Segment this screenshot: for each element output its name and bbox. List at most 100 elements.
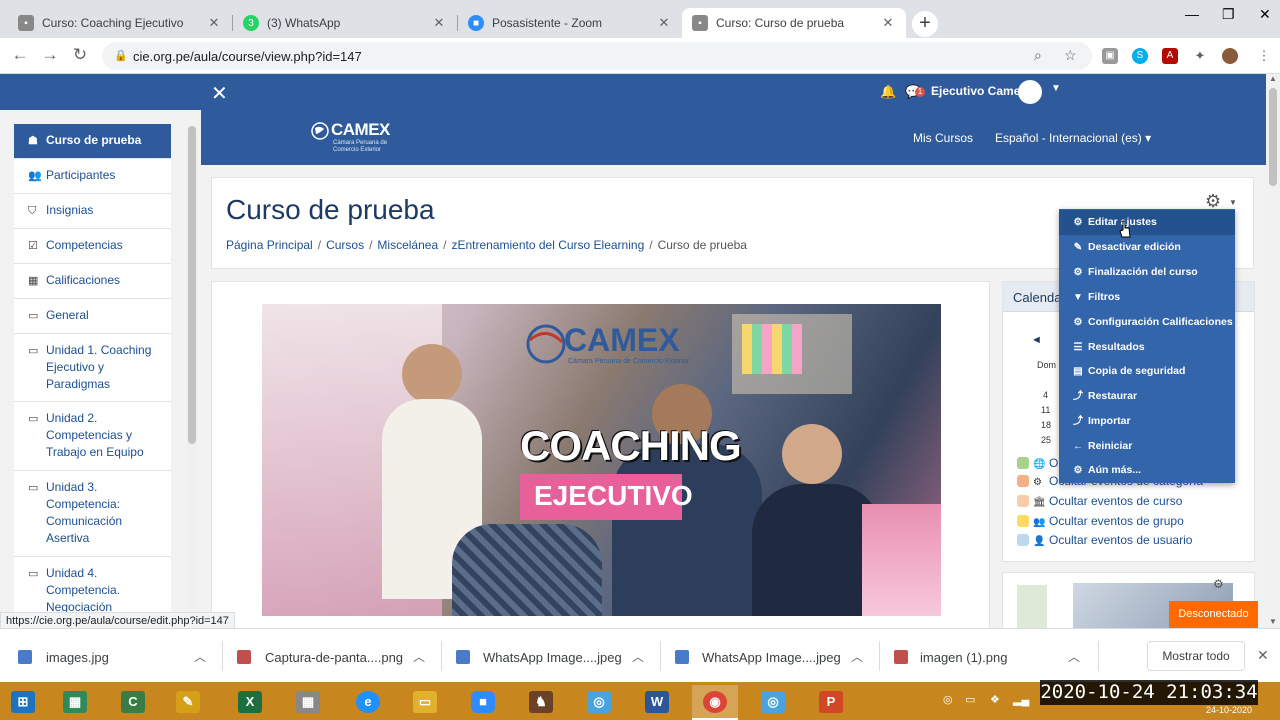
sidebar-item-competencias[interactable]: ☑ Competencias xyxy=(14,229,171,264)
scroll-down-icon[interactable]: ▼ xyxy=(1269,617,1277,626)
download-item[interactable]: WhatsApp Image....jpeg ︿ xyxy=(675,629,875,683)
close-icon[interactable]: ✕ xyxy=(880,15,896,31)
page-scrollbar[interactable]: ▲ ▼ xyxy=(1266,74,1280,628)
breadcrumb-item[interactable]: Cursos xyxy=(326,238,364,252)
camex-logo[interactable]: CAMEX Cámara Peruana de Comercio Exterio… xyxy=(311,120,411,156)
sidebar-item-unidad-2[interactable]: ▭ Unidad 2. Competencias y Trabajo en Eq… xyxy=(14,402,171,471)
chevron-up-icon[interactable]: ︿ xyxy=(851,648,863,665)
menu-dots-icon[interactable]: ⋮ xyxy=(1256,48,1272,64)
close-icon[interactable]: ✕ xyxy=(431,15,447,31)
sidebar-item-insignias[interactable]: ⛉ Insignias xyxy=(14,194,171,229)
chrome-icon[interactable]: ◉ xyxy=(692,685,738,720)
lock-icon[interactable]: 🔒 xyxy=(114,49,128,62)
window-close-icon[interactable]: ✕ xyxy=(1259,6,1271,23)
skype-icon[interactable]: S xyxy=(1132,48,1148,64)
sidebar-item-unidad-3[interactable]: ▭ Unidad 3. Competencia: Comunicación As… xyxy=(14,471,171,557)
chevron-up-icon[interactable]: ︿ xyxy=(1068,648,1080,665)
sidebar-item-course[interactable]: ☗ Curso de prueba xyxy=(14,124,171,159)
menu-item-finalizacion[interactable]: ⚙ Finalización del curso xyxy=(1059,260,1235,285)
bookmark-star-icon[interactable]: ☆ xyxy=(1064,47,1077,64)
game-icon[interactable]: ♞ xyxy=(518,685,564,720)
download-item[interactable]: images.jpg ︿ xyxy=(18,629,218,683)
calendar-date[interactable]: 18 xyxy=(1041,420,1051,430)
menu-item-copia-seguridad[interactable]: ▤ Copia de seguridad xyxy=(1059,359,1235,384)
box2-icon[interactable]: ◎ xyxy=(750,685,796,720)
tab-whatsapp[interactable]: 3 (3) WhatsApp ✕ xyxy=(233,8,457,38)
tab-coaching[interactable]: ▪ Curso: Coaching Ejecutivo ✕ xyxy=(8,8,232,38)
calendar-event-user[interactable]: 👤 Ocultar eventos de usuario xyxy=(1017,533,1192,547)
gear-icon[interactable]: ⚙ xyxy=(1213,577,1224,591)
minimize-icon[interactable]: — xyxy=(1185,6,1199,22)
user-name[interactable]: Ejecutivo Camex xyxy=(931,84,1027,98)
powerpoint-icon[interactable]: P xyxy=(808,685,854,720)
dropbox-icon[interactable]: ❖ xyxy=(990,693,1000,706)
calendar-event-course[interactable]: 🏛 Ocultar eventos de curso xyxy=(1017,494,1182,508)
sidebar-item-unidad-1[interactable]: ▭ Unidad 1. Coaching Ejecutivo y Paradig… xyxy=(14,334,171,402)
calculator2-icon[interactable]: ▦ xyxy=(285,685,331,720)
breadcrumb-item[interactable]: zEntrenamiento del Curso Elearning xyxy=(451,238,644,252)
pdf-icon[interactable]: A xyxy=(1162,48,1178,64)
calendar-date[interactable]: 11 xyxy=(1041,405,1050,415)
menu-item-aun-mas[interactable]: ⚙ Aún más... xyxy=(1059,458,1235,483)
show-all-button[interactable]: Mostrar todo xyxy=(1147,641,1245,671)
breadcrumb-item[interactable]: Página Principal xyxy=(226,238,313,252)
calendar-date[interactable]: 25 xyxy=(1041,435,1051,445)
profile-avatar[interactable] xyxy=(1222,48,1238,64)
camtasia-icon[interactable]: C xyxy=(110,685,156,720)
tray-icon[interactable]: ◎ xyxy=(943,693,953,706)
new-tab-button[interactable]: + xyxy=(912,11,938,37)
mis-cursos-link[interactable]: Mis Cursos xyxy=(913,131,973,145)
back-icon[interactable]: ← xyxy=(9,45,31,65)
avatar[interactable] xyxy=(1018,80,1042,104)
word-icon[interactable]: W xyxy=(634,685,680,720)
menu-item-restaurar[interactable]: ⤴ Restaurar xyxy=(1059,384,1235,409)
disconnected-badge[interactable]: Desconectado xyxy=(1169,601,1258,628)
menu-item-desactivar-edicion[interactable]: ✎ Desactivar edición xyxy=(1059,235,1235,260)
zoom-icon[interactable]: ■ xyxy=(460,685,506,720)
menu-item-reiniciar[interactable]: ← Reiniciar xyxy=(1059,434,1235,459)
box-icon[interactable]: ◎ xyxy=(576,685,622,720)
chevron-up-icon[interactable]: ︿ xyxy=(632,648,644,665)
zoom-search-icon[interactable]: ⌕ xyxy=(1034,47,1042,64)
calendar-event-group[interactable]: 👥 Ocultar eventos de grupo xyxy=(1017,514,1184,528)
calendar-date[interactable]: 4 xyxy=(1043,390,1048,400)
close-drawer-icon[interactable]: ✕ xyxy=(211,81,228,106)
scrollbar-thumb[interactable] xyxy=(1269,88,1277,186)
maximize-icon[interactable]: ❐ xyxy=(1222,6,1235,23)
download-item[interactable]: imagen (1).png ︿ xyxy=(894,629,1094,683)
menu-item-config-calificaciones[interactable]: ⚙ Configuración Calificaciones xyxy=(1059,310,1235,335)
chevron-up-icon[interactable]: ︿ xyxy=(413,648,425,665)
close-icon[interactable]: ✕ xyxy=(1257,647,1269,664)
menu-item-filtros[interactable]: ▼ Filtros xyxy=(1059,285,1235,310)
download-item[interactable]: WhatsApp Image....jpeg ︿ xyxy=(456,629,656,683)
menu-item-resultados[interactable]: ☰ Resultados xyxy=(1059,335,1235,360)
windows-start-icon[interactable]: ⊞ xyxy=(0,685,46,720)
address-bar[interactable]: 🔒 cie.org.pe/aula/course/view.php?id=147… xyxy=(102,42,1092,70)
menu-item-importar[interactable]: ⤴ Importar xyxy=(1059,409,1235,434)
prev-month-icon[interactable]: ◄ xyxy=(1031,334,1042,346)
tab-curso-prueba[interactable]: ▪ Curso: Curso de prueba ✕ xyxy=(682,8,906,38)
excel-icon[interactable]: X xyxy=(227,685,273,720)
wifi-icon[interactable]: ▂▄ xyxy=(1013,693,1029,706)
sidebar-item-general[interactable]: ▭ General xyxy=(14,299,171,334)
close-icon[interactable]: ✕ xyxy=(656,15,672,31)
paint-icon[interactable]: ✎ xyxy=(165,685,211,720)
extension-icon[interactable]: ▣ xyxy=(1102,48,1118,64)
language-menu[interactable]: Español - Internacional (es) ▾ xyxy=(995,131,1151,145)
chevron-up-icon[interactable]: ︿ xyxy=(194,648,206,665)
close-icon[interactable]: ✕ xyxy=(206,15,222,31)
bell-icon[interactable]: 🔔 xyxy=(880,84,896,100)
reload-icon[interactable]: ↻ xyxy=(69,45,91,65)
tray-icon[interactable]: ▭ xyxy=(965,693,975,706)
menu-item-editar-ajustes[interactable]: ⚙ Editar ajustes xyxy=(1059,210,1235,235)
chevron-down-icon[interactable]: ▼ xyxy=(1229,198,1237,207)
calendar-event-global[interactable]: 🌐 O xyxy=(1017,456,1058,470)
download-item[interactable]: Captura-de-panta....png ︿ xyxy=(237,629,437,683)
sidebar-scrollbar[interactable] xyxy=(186,124,198,628)
edge-icon[interactable]: e xyxy=(345,685,391,720)
explorer-icon[interactable]: ▭ xyxy=(402,685,448,720)
scroll-up-icon[interactable]: ▲ xyxy=(1269,74,1277,83)
breadcrumb-item[interactable]: Miscelánea xyxy=(377,238,438,252)
tab-zoom[interactable]: ■ Posasistente - Zoom ✕ xyxy=(458,8,682,38)
sidebar-item-calificaciones[interactable]: ▦ Calificaciones xyxy=(14,264,171,299)
